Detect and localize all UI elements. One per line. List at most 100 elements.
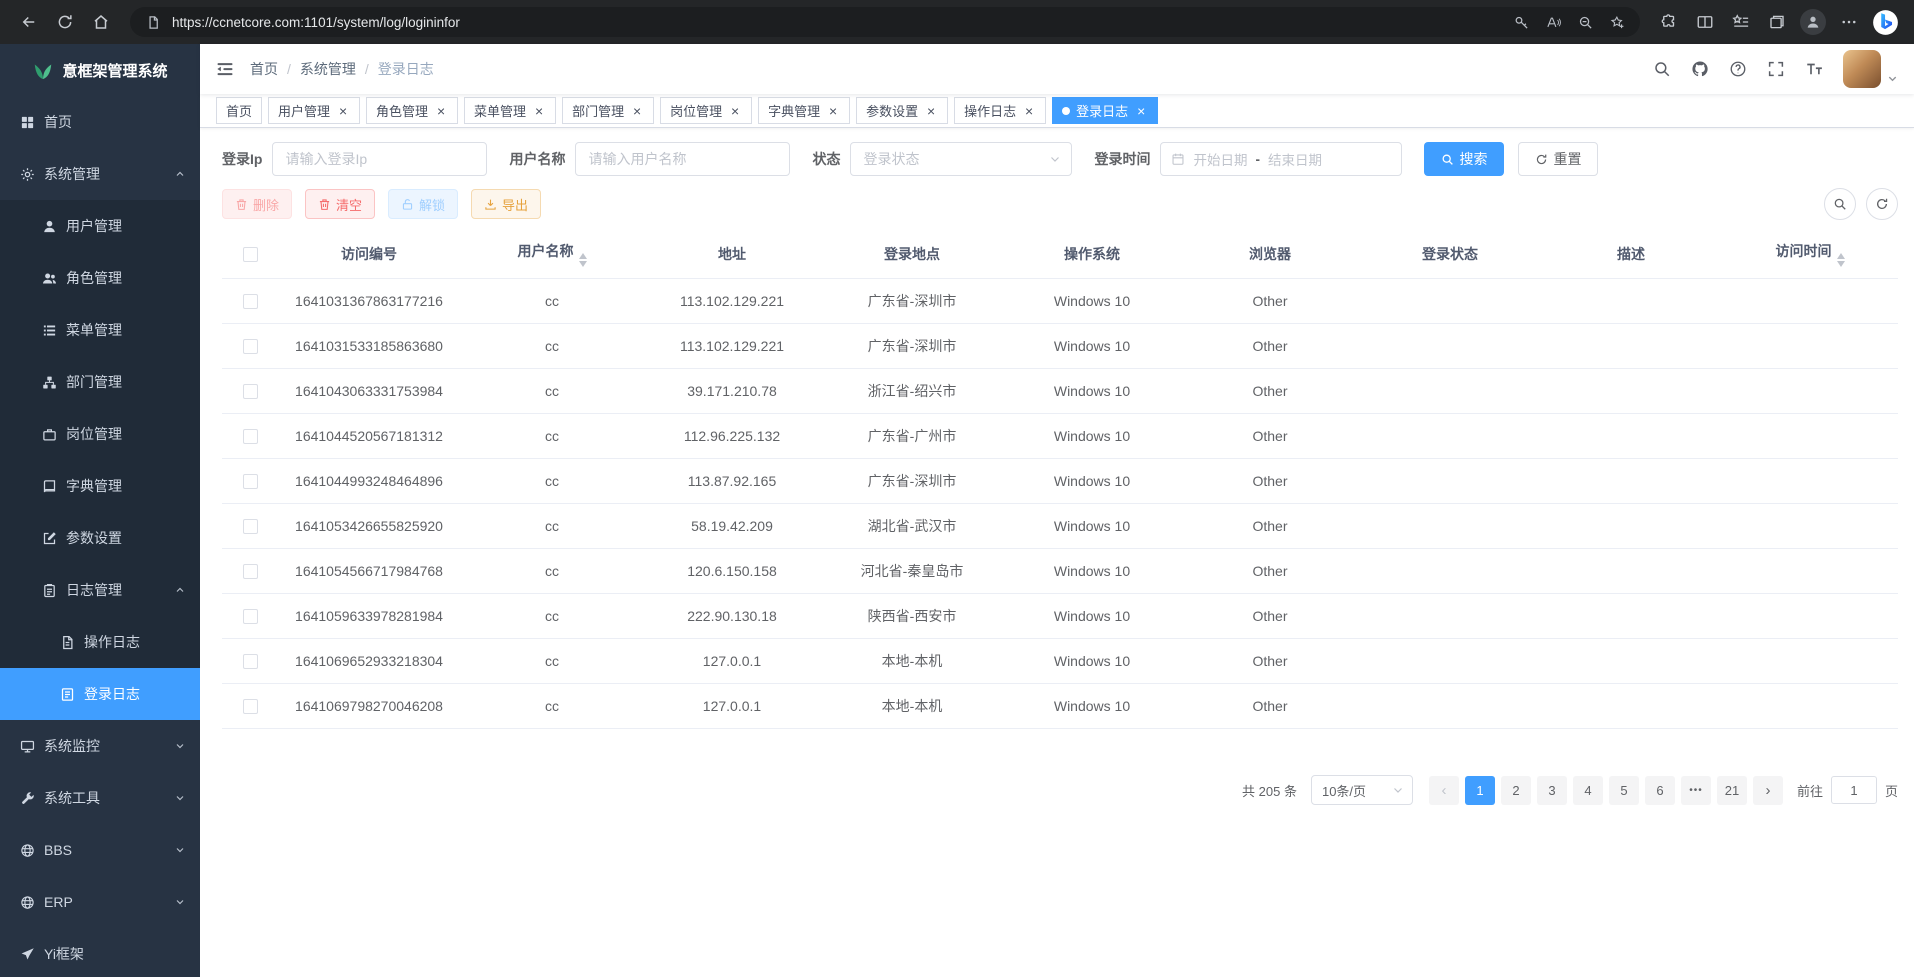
page-button-6[interactable]: 6 [1645, 776, 1675, 805]
tab-user-management[interactable]: 用户管理× [268, 97, 360, 124]
user-menu-caret-icon[interactable] [1887, 73, 1898, 88]
column-header-time[interactable]: 访问时间 [1722, 230, 1898, 279]
sidebar-item-yi-framework[interactable]: Yi框架 [0, 928, 200, 977]
sidebar-item-dept-management[interactable]: 部门管理 [0, 356, 200, 408]
page-button-2[interactable]: 2 [1501, 776, 1531, 805]
tab-post-management[interactable]: 岗位管理× [660, 97, 752, 124]
sort-asc-icon[interactable] [1837, 253, 1845, 259]
favorites-bar-icon[interactable] [1724, 6, 1758, 38]
row-checkbox[interactable] [243, 699, 258, 714]
sort-desc-icon[interactable] [579, 261, 587, 267]
sidebar-toggle-icon[interactable] [200, 44, 250, 94]
tab-home[interactable]: 首页 [216, 97, 262, 124]
row-checkbox[interactable] [243, 294, 258, 309]
tab-close-icon[interactable]: × [924, 104, 938, 118]
row-checkbox[interactable] [243, 519, 258, 534]
tab-role-management[interactable]: 角色管理× [366, 97, 458, 124]
select-all-checkbox[interactable] [243, 247, 258, 262]
refresh-table-button[interactable] [1866, 188, 1898, 220]
delete-button[interactable]: 删除 [222, 189, 292, 219]
page-info-icon[interactable] [140, 10, 166, 34]
date-end-placeholder[interactable]: 结束日期 [1268, 149, 1322, 169]
zoom-out-icon[interactable] [1572, 10, 1598, 34]
github-icon[interactable] [1683, 52, 1717, 86]
sidebar-item-param-settings[interactable]: 参数设置 [0, 512, 200, 564]
browser-more-icon[interactable] [1832, 6, 1866, 38]
sidebar-item-menu-management[interactable]: 菜单管理 [0, 304, 200, 356]
breadcrumb-item[interactable]: 首页 [250, 59, 278, 79]
tab-param-settings[interactable]: 参数设置× [856, 97, 948, 124]
sidebar-item-system-monitor[interactable]: 系统监控 [0, 720, 200, 772]
browser-back-icon[interactable] [12, 6, 46, 38]
row-checkbox[interactable] [243, 384, 258, 399]
goto-page-input[interactable] [1831, 776, 1877, 804]
page-button-1[interactable]: 1 [1465, 776, 1495, 805]
split-screen-icon[interactable] [1688, 6, 1722, 38]
tab-close-icon[interactable]: × [1134, 104, 1148, 118]
tab-close-icon[interactable]: × [1022, 104, 1036, 118]
row-checkbox[interactable] [243, 564, 258, 579]
reset-button[interactable]: 重置 [1518, 142, 1598, 176]
sidebar-item-role-management[interactable]: 角色管理 [0, 252, 200, 304]
tab-close-icon[interactable]: × [532, 104, 546, 118]
login-ip-input[interactable] [272, 142, 487, 176]
tab-close-icon[interactable]: × [336, 104, 350, 118]
sort-carets[interactable] [579, 253, 587, 267]
tab-dept-management[interactable]: 部门管理× [562, 97, 654, 124]
sidebar-item-post-management[interactable]: 岗位管理 [0, 408, 200, 460]
row-checkbox[interactable] [243, 429, 258, 444]
collections-icon[interactable] [1760, 6, 1794, 38]
tab-menu-management[interactable]: 菜单管理× [464, 97, 556, 124]
breadcrumb-item[interactable]: 系统管理 [300, 59, 356, 79]
page-size-select[interactable]: 10条/页 [1311, 775, 1413, 805]
sort-desc-icon[interactable] [1837, 261, 1845, 267]
login-time-range-picker[interactable]: 开始日期 - 结束日期 [1160, 142, 1402, 176]
tab-close-icon[interactable]: × [728, 104, 742, 118]
font-size-icon[interactable] [1797, 52, 1831, 86]
browser-refresh-icon[interactable] [48, 6, 82, 38]
user-avatar[interactable] [1843, 50, 1881, 88]
prev-page-button[interactable]: ‹ [1429, 776, 1459, 805]
bing-copilot-icon[interactable] [1868, 6, 1902, 38]
tab-dict-management[interactable]: 字典管理× [758, 97, 850, 124]
page-button-4[interactable]: 4 [1573, 776, 1603, 805]
column-header-user[interactable]: 用户名称 [460, 230, 644, 279]
read-aloud-icon[interactable] [1540, 10, 1566, 34]
row-checkbox[interactable] [243, 654, 258, 669]
fullscreen-icon[interactable] [1759, 52, 1793, 86]
tab-login-log[interactable]: 登录日志× [1052, 97, 1158, 124]
sort-carets[interactable] [1837, 253, 1845, 267]
sidebar-item-dict-management[interactable]: 字典管理 [0, 460, 200, 512]
page-button-21[interactable]: 21 [1717, 776, 1747, 805]
favorites-star-icon[interactable] [1604, 10, 1630, 34]
address-bar[interactable]: https://ccnetcore.com:1101/system/log/lo… [130, 7, 1640, 37]
user-name-input[interactable] [575, 142, 790, 176]
sidebar-item-system-management[interactable]: 系统管理 [0, 148, 200, 200]
date-start-placeholder[interactable]: 开始日期 [1193, 149, 1247, 169]
password-key-icon[interactable] [1508, 10, 1534, 34]
row-checkbox[interactable] [243, 609, 258, 624]
unlock-button[interactable]: 解锁 [388, 189, 458, 219]
app-logo[interactable]: 意框架管理系统 [0, 44, 200, 96]
toggle-search-button[interactable] [1824, 188, 1856, 220]
tab-close-icon[interactable]: × [434, 104, 448, 118]
row-checkbox[interactable] [243, 474, 258, 489]
tab-operation-log[interactable]: 操作日志× [954, 97, 1046, 124]
tab-close-icon[interactable]: × [826, 104, 840, 118]
row-checkbox[interactable] [243, 339, 258, 354]
status-select[interactable]: 登录状态 [850, 142, 1072, 176]
docs-question-icon[interactable] [1721, 52, 1755, 86]
sort-asc-icon[interactable] [579, 253, 587, 259]
sidebar-item-bbs[interactable]: BBS [0, 824, 200, 876]
next-page-button[interactable]: › [1753, 776, 1783, 805]
sidebar-item-system-tools[interactable]: 系统工具 [0, 772, 200, 824]
browser-home-icon[interactable] [84, 6, 118, 38]
search-button[interactable]: 搜索 [1424, 142, 1504, 176]
export-button[interactable]: 导出 [471, 189, 541, 219]
clear-button[interactable]: 清空 [305, 189, 375, 219]
tab-close-icon[interactable]: × [630, 104, 644, 118]
more-pages-button[interactable]: ••• [1681, 776, 1711, 805]
sidebar-item-operation-log[interactable]: 操作日志 [0, 616, 200, 668]
header-search-icon[interactable] [1645, 52, 1679, 86]
browser-profile-avatar[interactable] [1796, 6, 1830, 38]
